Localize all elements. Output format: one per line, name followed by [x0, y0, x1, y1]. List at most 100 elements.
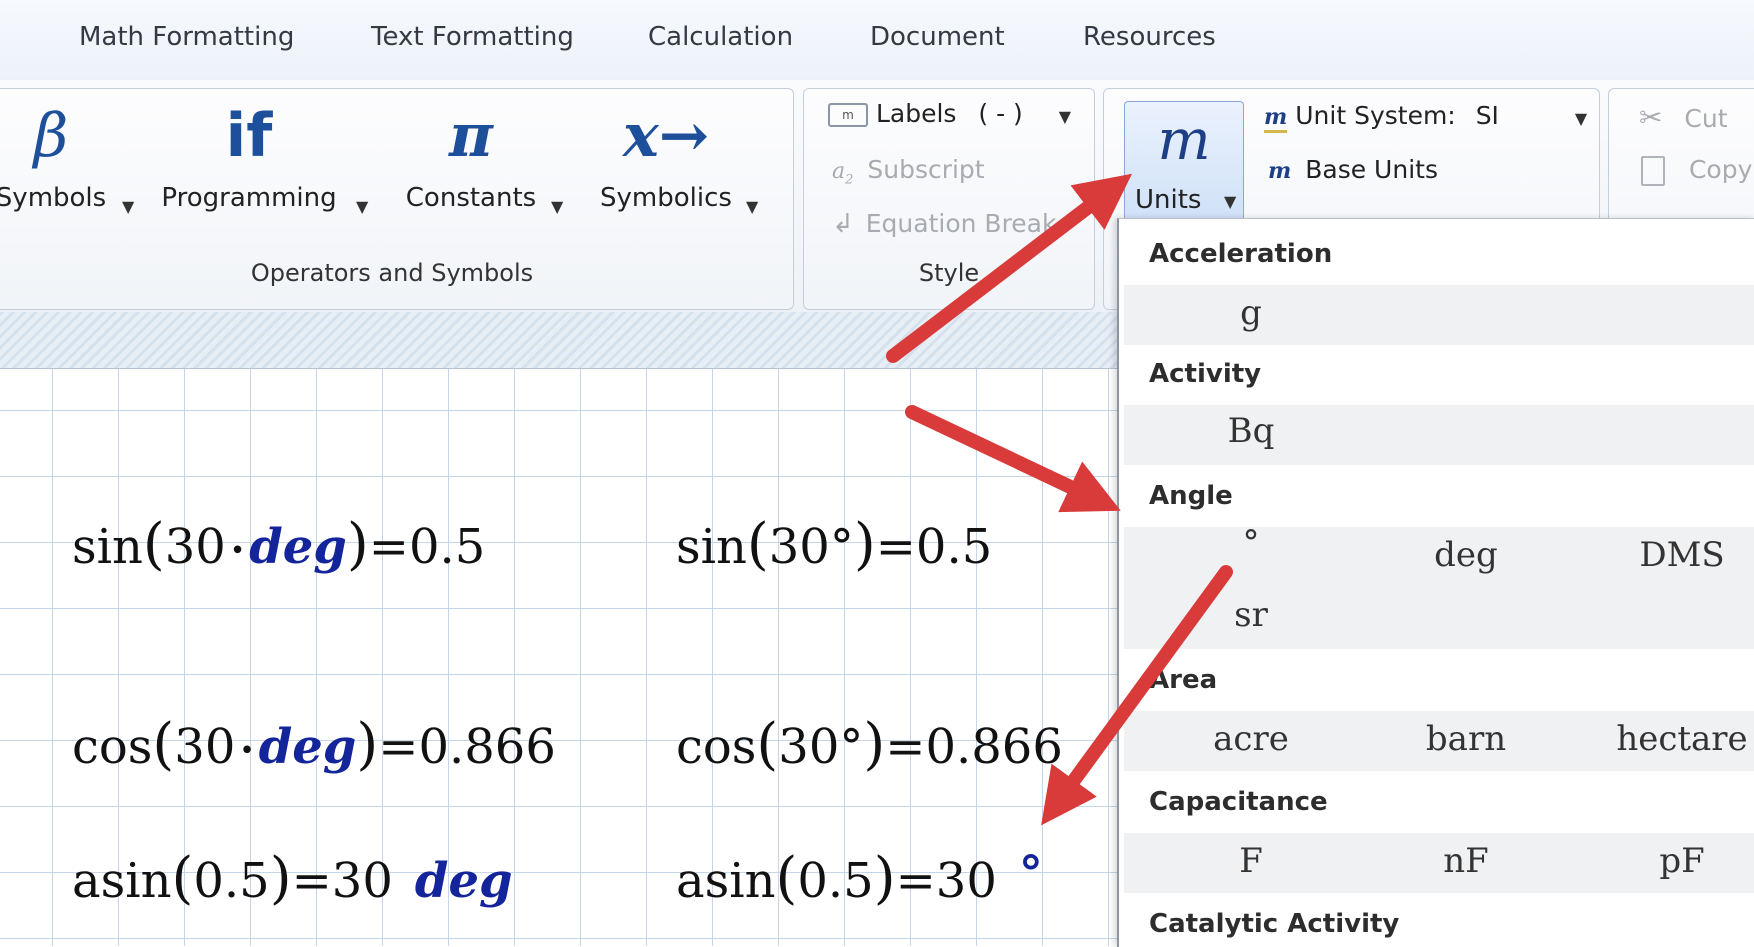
symbolics-arrow-icon: x→: [622, 101, 710, 171]
equation-break-label: Equation Break: [865, 209, 1057, 238]
eq-function: cos: [72, 719, 153, 775]
category-capacitance: Capacitance: [1149, 787, 1328, 817]
eq-argument: 0.5: [193, 853, 270, 909]
style-group: m Labels ( - ) ▼ a2 Subscript ↲ Equation…: [803, 88, 1095, 310]
units-dropdown-icon: ▼: [1224, 192, 1237, 211]
unit-bq[interactable]: Bq: [1228, 411, 1275, 451]
eq-unit: °: [1018, 846, 1043, 902]
base-units-label: Base Units: [1305, 155, 1438, 184]
unit-g[interactable]: g: [1240, 293, 1262, 333]
unit-row-area: acre barn hectare: [1124, 711, 1754, 771]
eq-paren-close: ): [853, 512, 876, 577]
eq-paren-close: ): [269, 846, 292, 911]
cut-label: Cut: [1684, 104, 1728, 133]
units-button[interactable]: m Units ▼: [1124, 101, 1244, 227]
symbols-button[interactable]: β Symbols: [0, 101, 111, 213]
copy-icon: [1641, 156, 1665, 186]
equation-sin-degree-symbol[interactable]: sin(30°)=0.5: [676, 512, 992, 577]
cut-button[interactable]: ✂ Cut: [1639, 101, 1728, 134]
category-angle: Angle: [1149, 481, 1233, 511]
eq-paren-close: ): [873, 846, 896, 911]
units-label: Units: [1135, 185, 1202, 215]
eq-equals: =: [885, 719, 926, 775]
tab-document[interactable]: Document: [870, 22, 1005, 52]
symbolics-button[interactable]: x→ Symbolics: [591, 101, 741, 213]
labels-button[interactable]: m Labels ( - ) ▼: [828, 99, 1071, 128]
equation-sin-deg[interactable]: sin(30 •deg)=0.5: [72, 512, 485, 577]
equation-break-icon: ↲: [832, 209, 854, 239]
menu-tab-bar: Math Formatting Text Formatting Calculat…: [0, 0, 1754, 81]
constants-dropdown-icon[interactable]: ▼: [551, 197, 563, 216]
unit-system-value: SI: [1475, 101, 1499, 130]
equation-break-button[interactable]: ↲ Equation Break: [832, 209, 1056, 239]
unit-nf[interactable]: nF: [1443, 841, 1489, 881]
labels-value: ( - ): [978, 99, 1023, 128]
unit-row-acceleration: g: [1124, 285, 1754, 345]
eq-paren-open: (: [775, 846, 798, 911]
operators-symbols-group-label: Operators and Symbols: [250, 259, 534, 287]
unit-system-caret-icon: ▼: [1574, 109, 1588, 128]
unit-system-dropdown[interactable]: m Unit System: SI ▼: [1264, 101, 1588, 133]
category-area: Area: [1149, 665, 1218, 695]
unit-deg[interactable]: deg: [1434, 535, 1498, 575]
equation-cos-degree-symbol[interactable]: cos(30°)=0.866: [676, 712, 1063, 777]
subscript-icon: a2: [832, 159, 854, 188]
labels-dropdown-icon: ▼: [1058, 107, 1072, 126]
symbolics-label: Symbolics: [600, 183, 732, 213]
worksheet-top-strip: [0, 312, 1120, 369]
eq-argument: 30°: [778, 719, 864, 775]
unit-barn[interactable]: barn: [1426, 719, 1506, 759]
eq-multiply-dot: •: [229, 535, 246, 566]
unit-acre[interactable]: acre: [1213, 719, 1289, 759]
eq-result: 30: [331, 853, 393, 909]
labels-text: Labels: [875, 99, 957, 128]
eq-result: 0.866: [925, 719, 1063, 775]
constants-label: Constants: [405, 183, 537, 213]
unit-f[interactable]: F: [1239, 841, 1263, 881]
programming-button[interactable]: if Programming: [159, 101, 339, 213]
eq-equals: =: [368, 519, 409, 575]
equation-asin-degree-symbol[interactable]: asin(0.5)=30 °: [676, 846, 1043, 911]
subscript-button[interactable]: a2 Subscript: [832, 155, 985, 187]
category-activity: Activity: [1149, 359, 1262, 389]
if-icon: if: [225, 101, 273, 171]
units-dropdown-panel: Acceleration g Activity Bq Angle ° deg D…: [1117, 218, 1754, 947]
base-units-icon: m: [1268, 158, 1292, 184]
equation-cos-deg[interactable]: cos(30 •deg)=0.866: [72, 712, 556, 777]
eq-paren-open: (: [756, 712, 779, 777]
unit-dms[interactable]: DMS: [1639, 535, 1724, 575]
unit-hectare[interactable]: hectare: [1616, 719, 1747, 759]
programming-dropdown-icon[interactable]: ▼: [356, 197, 368, 216]
copy-button[interactable]: Copy: [1641, 155, 1752, 186]
eq-function: asin: [676, 853, 776, 909]
pi-icon: π: [449, 101, 493, 171]
constants-button[interactable]: π Constants: [396, 101, 546, 213]
unit-row-activity: Bq: [1124, 405, 1754, 465]
unit-pf[interactable]: pF: [1659, 841, 1704, 881]
eq-paren-close: ): [346, 512, 369, 577]
eq-argument: 30°: [768, 519, 854, 575]
eq-paren-open: (: [746, 512, 769, 577]
symbolics-dropdown-icon[interactable]: ▼: [746, 197, 758, 216]
subscript-label: Subscript: [867, 155, 985, 184]
unit-sr[interactable]: sr: [1234, 595, 1268, 635]
category-catalytic-activity: Catalytic Activity: [1149, 909, 1400, 939]
symbols-dropdown-icon[interactable]: ▼: [122, 197, 134, 216]
base-units-button[interactable]: m Base Units: [1268, 155, 1438, 184]
eq-equals: =: [895, 853, 936, 909]
eq-paren-close: ): [863, 712, 886, 777]
eq-unit: deg: [414, 853, 513, 909]
eq-equals: =: [291, 853, 332, 909]
units-m-icon: m: [1157, 108, 1211, 173]
eq-result: 0.5: [915, 519, 993, 575]
tab-text-formatting[interactable]: Text Formatting: [371, 22, 574, 52]
labels-icon: m: [828, 103, 868, 127]
tab-resources[interactable]: Resources: [1083, 22, 1216, 52]
style-group-label: Style: [918, 259, 980, 287]
tab-calculation[interactable]: Calculation: [648, 22, 793, 52]
eq-function: sin: [72, 519, 143, 575]
unit-degree-symbol[interactable]: °: [1243, 523, 1260, 563]
eq-argument: 30: [164, 519, 226, 575]
tab-math-formatting[interactable]: Math Formatting: [79, 22, 294, 52]
equation-asin-deg[interactable]: asin(0.5)=30 deg: [72, 846, 513, 911]
